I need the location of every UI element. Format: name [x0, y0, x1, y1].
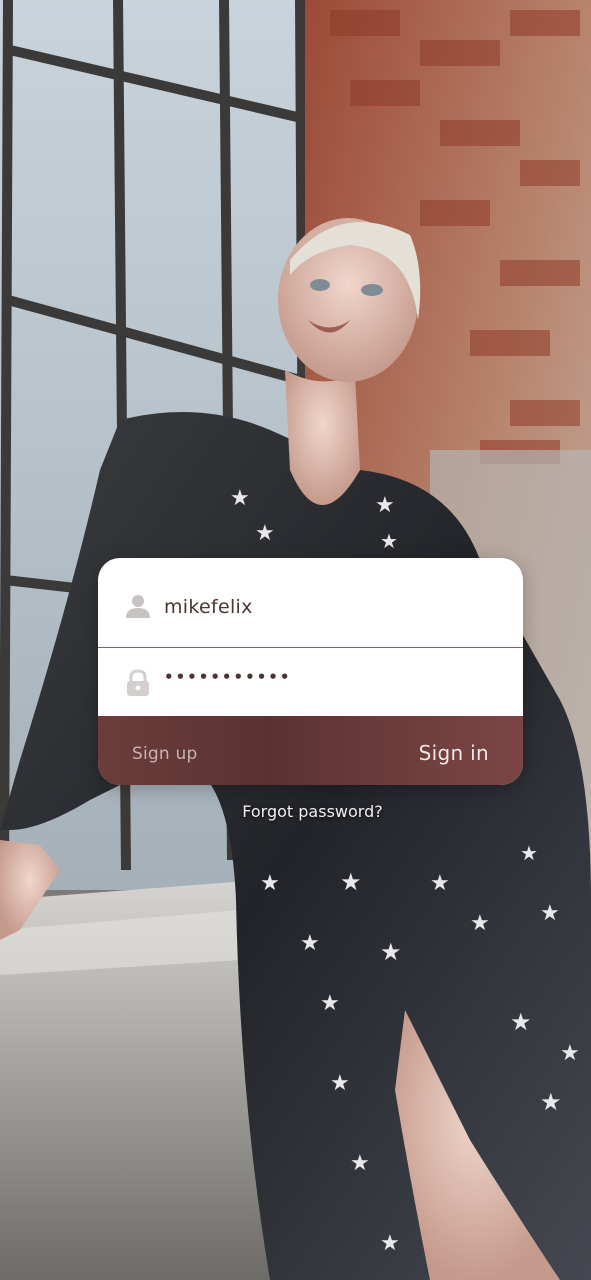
svg-text:★: ★: [320, 991, 340, 1016]
login-card: Sign up Sign in: [98, 558, 523, 785]
svg-text:★: ★: [230, 486, 250, 511]
svg-text:★: ★: [380, 529, 398, 553]
svg-text:★: ★: [255, 521, 275, 546]
svg-text:★: ★: [380, 1231, 400, 1256]
svg-text:★: ★: [520, 841, 538, 865]
svg-text:★: ★: [375, 493, 395, 518]
sign-in-button[interactable]: Sign in: [419, 741, 489, 765]
svg-text:★: ★: [560, 1041, 580, 1066]
sign-up-button[interactable]: Sign up: [132, 744, 197, 764]
password-field[interactable]: [164, 662, 503, 692]
svg-text:★: ★: [300, 931, 320, 956]
svg-text:★: ★: [540, 1088, 562, 1116]
username-field[interactable]: [164, 594, 503, 620]
svg-text:★: ★: [330, 1071, 350, 1096]
svg-text:★: ★: [380, 938, 402, 966]
login-screen: ★ ★ ★ ★ ★ ★ ★ ★ ★ ★ ★ ★ ★ ★ ★ ★ ★ ★ ★ mi…: [0, 0, 591, 1280]
svg-text:★: ★: [510, 1008, 532, 1036]
svg-text:★: ★: [430, 871, 450, 896]
password-row: [98, 648, 523, 716]
svg-text:★: ★: [540, 901, 560, 926]
lock-icon: [125, 669, 151, 697]
svg-text:★: ★: [470, 911, 490, 936]
svg-text:★: ★: [340, 868, 362, 896]
svg-text:★: ★: [350, 1151, 370, 1176]
action-bar: Sign up Sign in: [98, 716, 523, 785]
username-row: [98, 558, 523, 648]
forgot-password-link[interactable]: Forgot password?: [0, 802, 591, 821]
svg-text:★: ★: [260, 871, 280, 896]
user-icon: [125, 592, 151, 620]
